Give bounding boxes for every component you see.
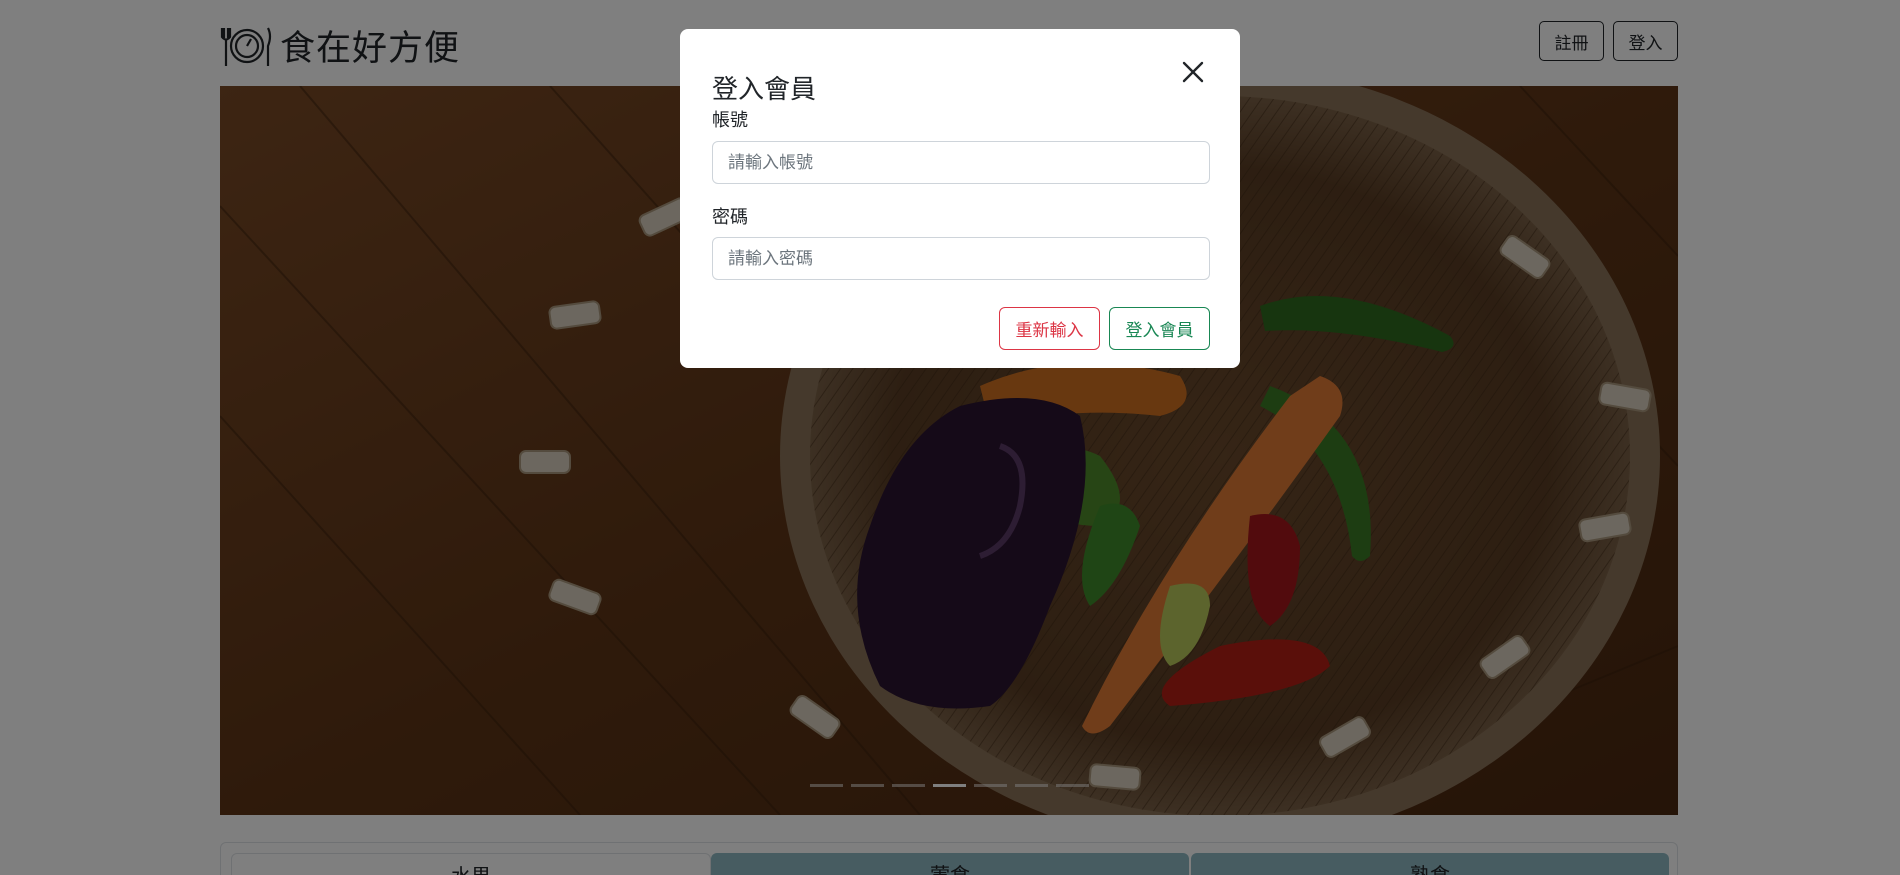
submit-login-button[interactable]: 登入會員 [1109,307,1210,350]
reset-button[interactable]: 重新輸入 [999,307,1100,350]
password-label: 密碼 [712,207,748,228]
password-input[interactable] [712,237,1210,280]
close-icon [1182,61,1204,83]
page: 食在好方便 註冊 登入 [0,0,1900,875]
close-button[interactable] [1176,55,1210,89]
account-input[interactable] [712,141,1210,184]
modal-title: 登入會員 [712,75,817,105]
account-label: 帳號 [712,110,748,131]
login-modal: 登入會員 帳號 密碼 重新輸入 登入會員 [680,29,1240,368]
